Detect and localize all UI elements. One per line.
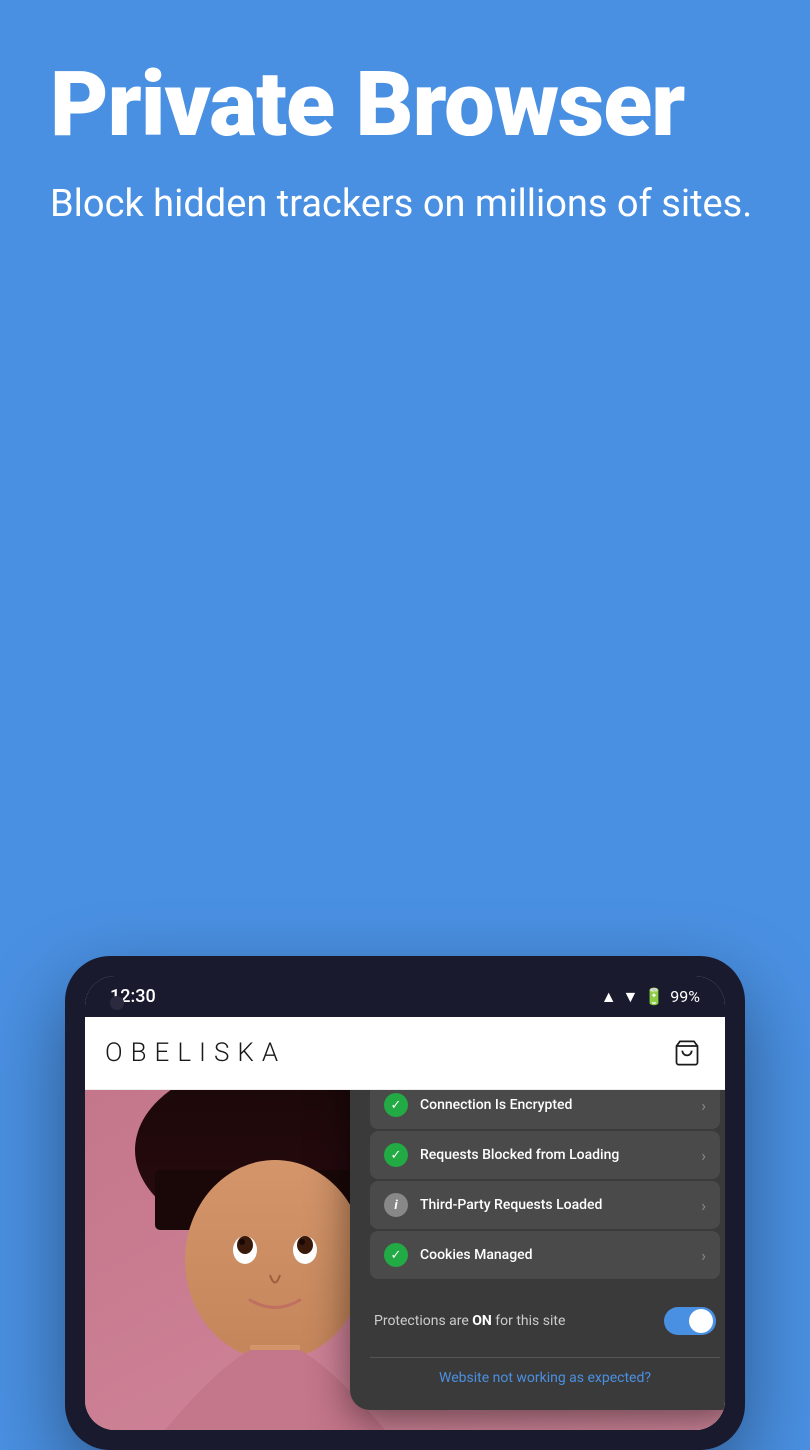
protections-text: Protections are ON for this site <box>374 1313 565 1329</box>
signal-icon: ▲ <box>601 987 617 1007</box>
hero-section: Private Browser Block hidden trackers on… <box>0 0 810 309</box>
security-label-encrypted: Connection Is Encrypted <box>420 1097 572 1113</box>
security-item-encrypted[interactable]: ✓ Connection Is Encrypted › <box>370 1090 720 1129</box>
chevron-icon-blocked: › <box>701 1146 706 1165</box>
security-list: ✓ Connection Is Encrypted › ✓ Requests B… <box>370 1090 720 1279</box>
chevron-icon-encrypted: › <box>701 1096 706 1115</box>
chevron-icon-cookies: › <box>701 1246 706 1265</box>
not-working-link[interactable]: Website not working as expected? <box>370 1370 720 1390</box>
status-bar: 12:30 ▲ ▼ 🔋 99% <box>85 976 725 1017</box>
battery-percent: 99% <box>670 987 700 1006</box>
battery-icon: 🔋 <box>644 987 664 1006</box>
browser-content: OBELISKA <box>85 1017 725 1430</box>
info-icon-third-party: i <box>384 1193 408 1217</box>
protections-row: Protections are ON for this site <box>370 1297 720 1345</box>
privacy-panel: ← ⊘ <box>350 1090 725 1410</box>
phone-screen: 12:30 ▲ ▼ 🔋 99% OBELISKA <box>85 976 725 1430</box>
security-item-cookies[interactable]: ✓ Cookies Managed › <box>370 1231 720 1279</box>
hero-subtitle: Block hidden trackers on millions of sit… <box>50 180 760 229</box>
check-icon-cookies: ✓ <box>384 1243 408 1267</box>
security-label-third-party: Third-Party Requests Loaded <box>420 1197 602 1213</box>
phone-container: 12:30 ▲ ▼ 🔋 99% OBELISKA <box>65 956 745 1450</box>
camera-notch <box>110 996 124 1010</box>
website-logo: OBELISKA <box>105 1038 286 1068</box>
security-label-blocked: Requests Blocked from Loading <box>420 1147 619 1163</box>
security-item-blocked[interactable]: ✓ Requests Blocked from Loading › <box>370 1131 720 1179</box>
website-header: OBELISKA <box>85 1017 725 1090</box>
security-label-cookies: Cookies Managed <box>420 1247 533 1263</box>
hero-title: Private Browser <box>50 60 760 150</box>
chevron-icon-third-party: › <box>701 1196 706 1215</box>
website-hero-image: ← ⊘ <box>85 1090 725 1430</box>
security-item-third-party[interactable]: i Third-Party Requests Loaded › <box>370 1181 720 1229</box>
status-icons: ▲ ▼ 🔋 99% <box>601 987 700 1007</box>
check-icon-blocked: ✓ <box>384 1143 408 1167</box>
protections-toggle[interactable] <box>664 1307 716 1335</box>
toggle-thumb <box>689 1309 713 1333</box>
wifi-icon: ▼ <box>623 987 639 1007</box>
phone-frame: 12:30 ▲ ▼ 🔋 99% OBELISKA <box>65 956 745 1450</box>
panel-divider <box>370 1357 720 1358</box>
bag-icon <box>669 1035 705 1071</box>
check-icon-encrypted: ✓ <box>384 1093 408 1117</box>
